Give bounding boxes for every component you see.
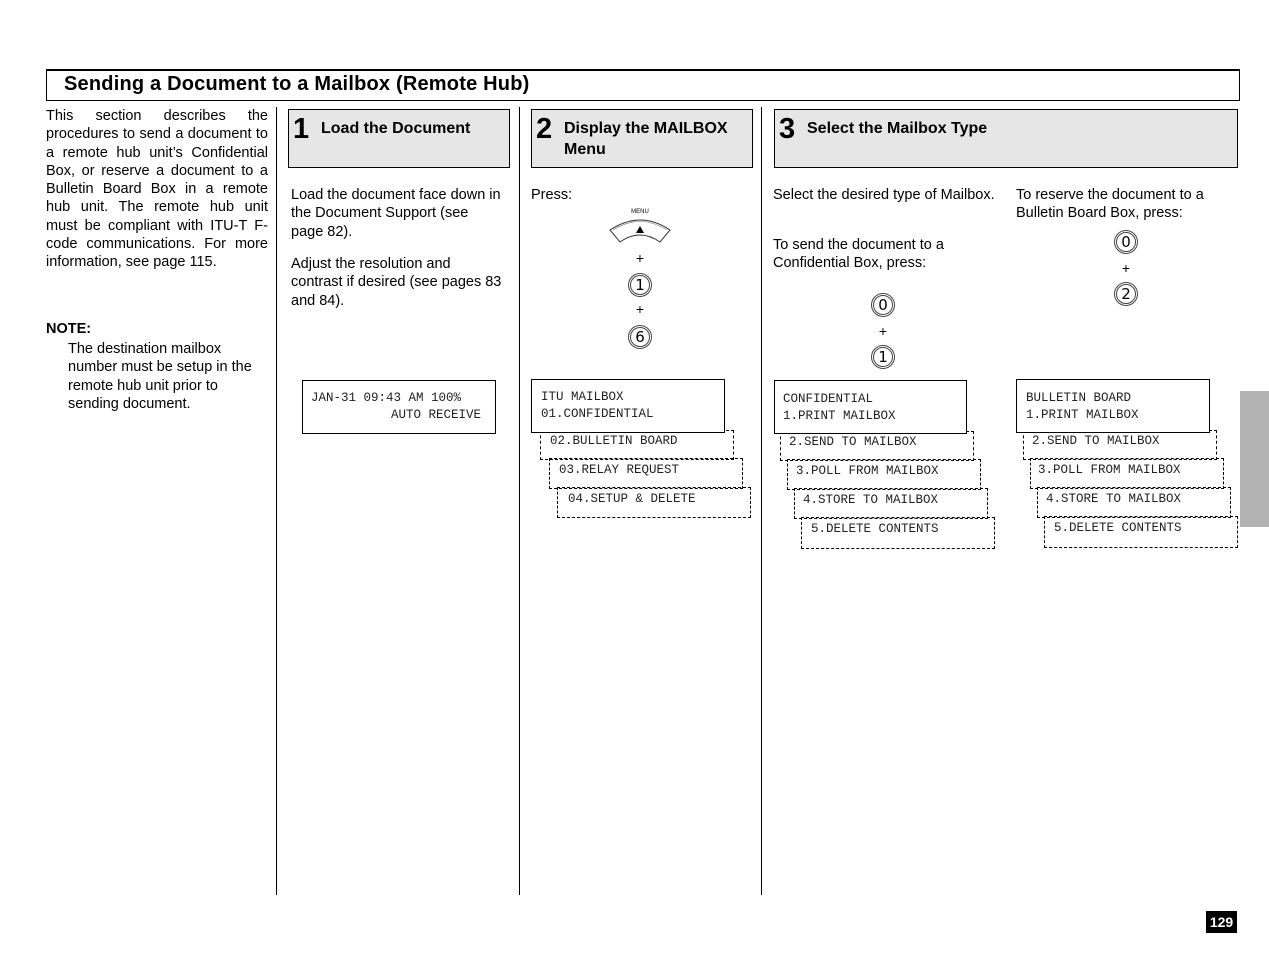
step-1-paragraph: Adjust the resolution and contrast if de… bbox=[291, 256, 502, 309]
key-1[interactable]: 1 bbox=[871, 345, 895, 369]
step-3-header: 3 Select the Mailbox Type bbox=[774, 109, 1238, 168]
lcd-line-2: AUTO RECEIVE bbox=[390, 408, 481, 422]
menu-item: 4.STORE TO MAILBOX bbox=[1046, 492, 1182, 506]
step-title: Load the Document bbox=[321, 120, 471, 137]
note-label: NOTE: bbox=[46, 321, 92, 337]
menu-item: 5.DELETE CONTENTS bbox=[811, 522, 939, 536]
bulletin-board-instruction: To reserve the document to a Bulletin Bo… bbox=[1016, 187, 1204, 222]
step-title: Select the Mailbox Type bbox=[807, 120, 988, 137]
page-title-box: Sending a Document to a Mailbox (Remote … bbox=[46, 69, 1240, 101]
menu-item: 3.POLL FROM MAILBOX bbox=[796, 464, 939, 478]
step-1-paragraph: Load the document face down in the Docum… bbox=[291, 187, 501, 240]
menu-item: 5.DELETE CONTENTS bbox=[1054, 521, 1182, 535]
menu-key-label: MENU bbox=[631, 209, 649, 215]
key-6[interactable]: 6 bbox=[628, 325, 652, 349]
confidential-instruction: To send the document to a Confidential B… bbox=[773, 237, 944, 272]
note-text: The destination mailbox number must be s… bbox=[68, 341, 252, 412]
key-0[interactable]: 0 bbox=[871, 293, 895, 317]
menu-item: 4.STORE TO MAILBOX bbox=[803, 493, 939, 507]
step-number: 1 bbox=[293, 113, 310, 145]
lcd-line-2: 1.PRINT MAILBOX bbox=[1026, 408, 1139, 422]
plus-sign: + bbox=[1121, 260, 1131, 276]
menu-key[interactable]: MENU bbox=[608, 209, 672, 245]
step-2-header: 2 Display the MAILBOX Menu bbox=[531, 109, 753, 168]
page-title: Sending a Document to a Mailbox (Remote … bbox=[64, 73, 530, 95]
column-divider bbox=[761, 107, 762, 895]
lcd-display-bulletin-board: BULLETIN BOARD 1.PRINT MAILBOX bbox=[1016, 379, 1210, 433]
lcd-display-confidential: CONFIDENTIAL 1.PRINT MAILBOX bbox=[774, 380, 967, 434]
intro-text: This section describes the procedures to… bbox=[46, 108, 268, 271]
lcd-line-2: 01.CONFIDENTIAL bbox=[541, 407, 654, 421]
menu-up-arrow-icon bbox=[609, 219, 671, 243]
key-2[interactable]: 2 bbox=[1114, 282, 1138, 306]
menu-item: 04.SETUP & DELETE bbox=[568, 492, 696, 506]
lcd-display-standby: JAN-31 09:43 AM 100% AUTO RECEIVE bbox=[302, 380, 496, 434]
menu-item: 03.RELAY REQUEST bbox=[559, 463, 680, 477]
plus-sign: + bbox=[635, 301, 645, 317]
mailbox-type-intro: Select the desired type of Mailbox. bbox=[773, 187, 995, 203]
key-1[interactable]: 1 bbox=[628, 273, 652, 297]
menu-item: 2.SEND TO MAILBOX bbox=[1032, 434, 1160, 448]
step-title: Display the MAILBOX Menu bbox=[564, 120, 728, 158]
column-divider bbox=[519, 107, 520, 895]
lcd-line-1: ITU MAILBOX bbox=[541, 390, 624, 404]
section-tab-marker bbox=[1240, 391, 1269, 527]
menu-item: 02.BULLETIN BOARD bbox=[550, 434, 678, 448]
lcd-display-itu-mailbox: ITU MAILBOX 01.CONFIDENTIAL bbox=[531, 379, 725, 433]
key-0[interactable]: 0 bbox=[1114, 230, 1138, 254]
step-number: 2 bbox=[536, 113, 553, 145]
menu-item: 3.POLL FROM MAILBOX bbox=[1038, 463, 1181, 477]
lcd-line-1: CONFIDENTIAL bbox=[783, 392, 874, 406]
step-number: 3 bbox=[779, 113, 796, 145]
column-divider bbox=[276, 107, 277, 895]
step-1-header: 1 Load the Document bbox=[288, 109, 510, 168]
lcd-line-1: JAN-31 09:43 AM 100% bbox=[311, 391, 462, 405]
menu-item: 2.SEND TO MAILBOX bbox=[789, 435, 917, 449]
lcd-line-1: BULLETIN BOARD bbox=[1026, 391, 1132, 405]
page-number: 129 bbox=[1206, 911, 1237, 933]
lcd-line-2: 1.PRINT MAILBOX bbox=[783, 409, 896, 423]
plus-sign: + bbox=[878, 323, 888, 339]
plus-sign: + bbox=[635, 250, 645, 266]
press-instruction: Press: bbox=[531, 187, 573, 203]
